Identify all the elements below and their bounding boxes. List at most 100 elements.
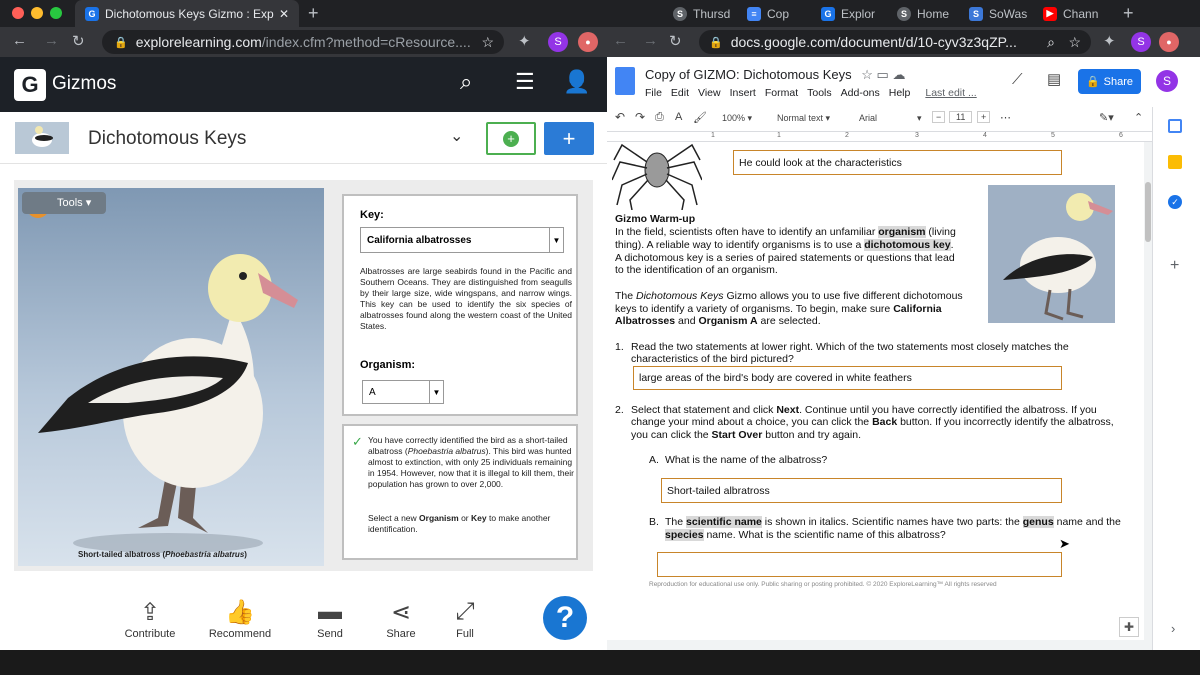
gizmos-logo[interactable]: G (14, 69, 46, 101)
tab-home[interactable]: S Home (897, 0, 967, 27)
doc-title[interactable]: Copy of GIZMO: Dichotomous Keys ☆ ▭ ☁ (645, 67, 905, 83)
help-button[interactable]: ? (543, 596, 587, 640)
font-size-input[interactable]: 11 (949, 111, 973, 123)
tab-copy[interactable]: ≡ Cop (747, 0, 813, 27)
tab-sowas[interactable]: S SoWas (969, 0, 1039, 27)
new-tab-button[interactable]: + (1123, 0, 1147, 27)
menu-icon[interactable]: ☰ (515, 69, 535, 95)
activity-trend-icon[interactable]: ⟋ (1012, 71, 1023, 88)
vertical-scrollbar[interactable] (1144, 142, 1152, 650)
contribute-button[interactable]: ⇪ Contribute (110, 598, 190, 640)
tab-explore[interactable]: G Explor (821, 0, 891, 27)
keep-icon[interactable] (1168, 155, 1182, 169)
address-bar[interactable]: 🔒 explorelearning.com/index.cfm?method=c… (102, 30, 504, 54)
add-to-class-button[interactable]: + (486, 122, 536, 155)
answer-box-prior[interactable]: He could look at the characteristics (733, 150, 1062, 175)
recommend-button[interactable]: 👍 Recommend (200, 598, 280, 640)
profile-avatar[interactable]: S (1131, 32, 1151, 52)
doc-title-text: Copy of GIZMO: Dichotomous Keys (645, 67, 852, 82)
comments-icon[interactable]: ▤ (1047, 70, 1061, 88)
docs-logo-icon[interactable] (615, 67, 635, 95)
style-select[interactable]: Normal text ▾ (777, 113, 830, 124)
fullscreen-button[interactable]: ⤢ Full (425, 598, 505, 640)
tab-gizmo[interactable]: G Dichotomous Keys Gizmo : Exp ✕ (75, 0, 299, 27)
menu-format[interactable]: Format (765, 87, 798, 99)
increase-font-button[interactable]: + (977, 111, 991, 123)
collapse-toolbar-icon[interactable]: ⌃ (1134, 111, 1143, 124)
tab-channel[interactable]: ▶ Chann (1043, 0, 1113, 27)
menu-edit[interactable]: Edit (671, 87, 689, 99)
back-icon[interactable]: ← (12, 32, 27, 49)
forward-icon[interactable]: → (44, 32, 59, 49)
answer-box-qb[interactable] (657, 552, 1062, 577)
spellcheck-icon[interactable]: A (675, 111, 682, 123)
answer-box-q1[interactable]: large areas of the bird's body are cover… (633, 366, 1062, 390)
editing-mode-icon[interactable]: ✎▾ (1099, 111, 1114, 124)
print-icon[interactable]: ⎙ (655, 111, 664, 124)
dropdown-arrow-icon: ▼ (549, 228, 563, 252)
address-bar[interactable]: 🔒 docs.google.com/document/d/10-cyv3z3qZ… (699, 30, 1091, 54)
paint-format-icon[interactable]: 🖌 (693, 111, 707, 124)
add-addon-icon[interactable]: + (1170, 257, 1179, 275)
zoom-select[interactable]: 100% ▾ (722, 113, 752, 124)
reload-icon[interactable]: ↻ (72, 32, 85, 50)
back-icon[interactable]: ← (613, 32, 628, 49)
caption-common-name: Short-tailed albatross ( (78, 550, 166, 559)
search-icon[interactable]: ⌕ (460, 69, 472, 95)
zoom-window-button[interactable] (50, 7, 62, 19)
more-options-icon[interactable]: ⋯ (1000, 111, 1011, 124)
add-button[interactable]: + (544, 122, 594, 155)
profile-avatar[interactable]: S (548, 32, 568, 52)
move-folder-icon[interactable]: ▭ (877, 67, 889, 82)
checkmark-icon: ✓ (352, 434, 363, 449)
decrease-font-button[interactable]: − (932, 111, 946, 123)
font-select[interactable]: Arial ▾ (859, 113, 924, 123)
tab-thursday[interactable]: S Thursd (673, 0, 739, 27)
extension-record-icon[interactable]: ● (1159, 32, 1179, 52)
send-label: Send (317, 628, 343, 640)
key-select[interactable]: California albatrosses ▼ (360, 227, 564, 253)
share-button[interactable]: 🔒 Share (1078, 69, 1141, 94)
scroll-thumb[interactable] (1145, 182, 1151, 242)
close-tab-icon[interactable]: ✕ (279, 7, 289, 21)
tools-menu-button[interactable]: Tools ▾ (22, 192, 106, 214)
organism-select[interactable]: A ▼ (362, 380, 444, 404)
chevron-down-icon[interactable]: ⌄ (450, 126, 463, 146)
answer-box-qa[interactable]: Short-tailed albratross (661, 478, 1062, 503)
star-icon[interactable]: ☆ (861, 67, 873, 82)
docs-side-panel: ✓ + › (1152, 107, 1200, 650)
zoom-icon[interactable]: ⌕ (1047, 34, 1055, 51)
bookmark-star-icon[interactable]: ☆ (481, 34, 494, 51)
user-account-icon[interactable]: 👤 (563, 69, 590, 95)
caption-sci-name: Phoebastria albatrus (165, 550, 245, 559)
account-avatar[interactable]: S (1156, 70, 1178, 92)
extensions-icon[interactable]: ✦ (518, 32, 531, 50)
expand-side-panel-icon[interactable]: › (1171, 621, 1175, 636)
tasks-icon[interactable]: ✓ (1168, 195, 1182, 209)
undo-icon[interactable]: ↶ (615, 110, 625, 124)
reload-icon[interactable]: ↻ (669, 32, 682, 50)
horizontal-scrollbar[interactable] (607, 640, 1144, 650)
redo-icon[interactable]: ↷ (635, 110, 645, 124)
forward-icon[interactable]: → (643, 32, 658, 49)
menu-tools[interactable]: Tools (807, 87, 832, 99)
s-favicon-icon: S (897, 6, 911, 21)
close-window-button[interactable] (12, 7, 24, 19)
minimize-window-button[interactable] (31, 7, 43, 19)
explore-button[interactable]: ✚ (1119, 617, 1139, 637)
menu-insert[interactable]: Insert (730, 87, 756, 99)
send-feedback-button[interactable]: ▬ Send (290, 598, 370, 640)
document-page[interactable]: He could look at the characteristics Giz… (607, 142, 1144, 650)
menu-file[interactable]: File (645, 87, 662, 99)
bookmark-star-icon[interactable]: ☆ (1068, 34, 1081, 51)
extensions-icon[interactable]: ✦ (1103, 32, 1116, 50)
new-tab-button[interactable]: + (308, 0, 332, 27)
last-edit-link[interactable]: Last edit ... (925, 87, 976, 99)
menu-addons[interactable]: Add-ons (841, 87, 880, 99)
menu-help[interactable]: Help (889, 87, 911, 99)
menu-view[interactable]: View (698, 87, 721, 99)
ruler-mark: 2 (845, 132, 849, 139)
extension-record-icon[interactable]: ● (578, 32, 598, 52)
calendar-icon[interactable] (1168, 119, 1182, 133)
ruler-mark: 5 (1051, 132, 1055, 139)
